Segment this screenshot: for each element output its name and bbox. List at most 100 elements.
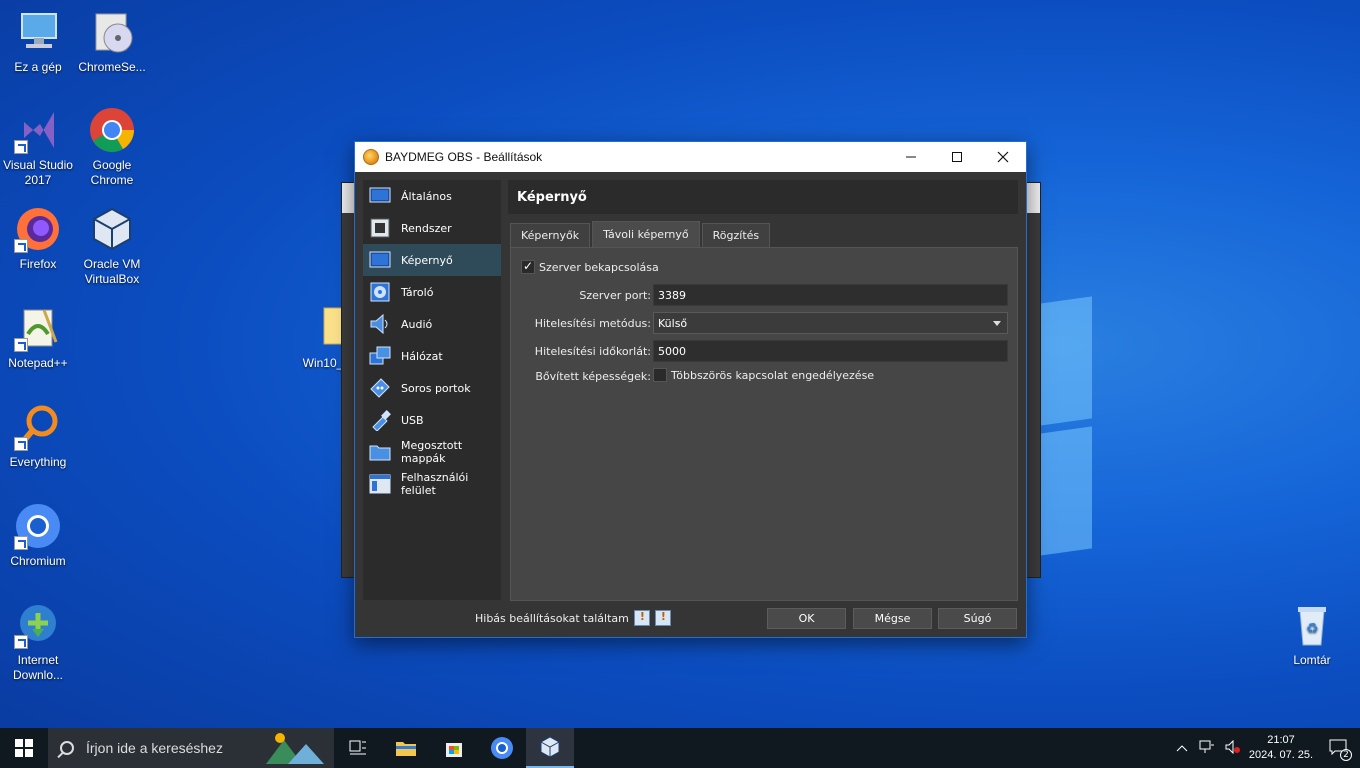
desktop-icon-virtualbox[interactable]: Oracle VM VirtualBox [74,205,150,287]
desktop-icon-visual-studio[interactable]: Visual Studio 2017 [0,106,76,188]
shared-folder-icon [369,445,391,461]
disc-installer-icon [88,8,136,56]
minimize-button[interactable] [888,142,934,172]
taskbar-task-view[interactable] [334,728,382,768]
taskbar-store[interactable] [430,728,478,768]
multi-connection-checkbox[interactable] [653,368,667,382]
settings-content: Képernyő Képernyők Távoli képernyő Rögzí… [508,180,1019,601]
usb-icon [372,410,391,431]
system-tray: 21:07 2024. 07. 25. 2 [1170,728,1360,768]
taskbar-search-box[interactable]: Írjon ide a kereséshez [48,728,334,768]
windows-start-icon [15,739,33,757]
serial-port-icon [370,378,390,398]
help-button[interactable]: Súgó [938,608,1017,629]
desktop-icon-internet-download-manager[interactable]: Internet Downlo... [0,601,76,683]
sidebar-item-label: Általános [401,189,452,203]
desktop-icon-label: Ez a gép [14,60,62,74]
desktop-icon-label: Oracle VM VirtualBox [83,257,141,286]
sidebar-item-usb[interactable]: USB [363,404,501,436]
desktop-icon-recycle-bin[interactable]: ♻ Lomtár [1274,601,1350,668]
desktop-icon-chromesetup[interactable]: ChromeSe... [74,8,150,75]
taskbar-clock[interactable]: 21:07 2024. 07. 25. [1246,733,1316,763]
store-icon [446,743,462,757]
svg-text:♻: ♻ [1306,620,1319,636]
storage-disk-icon [370,282,390,302]
auth-method-label: Hitelesítési metódus: [534,317,651,330]
recycle-bin-icon: ♻ [1288,601,1336,649]
network-icon [369,346,391,365]
volume-muted-icon[interactable] [1220,739,1246,757]
server-port-row: Szerver port: 3389 [511,284,1019,308]
tab-screens[interactable]: Képernyők [510,223,591,247]
warning-icon[interactable] [633,610,650,626]
visual-studio-icon [14,106,62,154]
tab-remote-display[interactable]: Távoli képernyő [592,221,700,247]
app-icon [363,149,379,165]
desktop-icon-this-pc[interactable]: Ez a gép [0,8,76,75]
chevron-up-icon[interactable] [1170,741,1194,755]
notification-center-button[interactable]: 2 [1316,739,1360,761]
taskbar-file-explorer[interactable] [382,728,430,768]
server-port-input[interactable]: 3389 [653,284,1008,306]
sidebar-item-display[interactable]: Képernyő [363,244,501,276]
enable-server-row[interactable]: Szerver bekapcsolása [521,259,659,274]
warning-icon[interactable] [654,610,671,626]
cancel-button[interactable]: Mégse [853,608,932,629]
sidebar-item-system[interactable]: Rendszer [363,212,501,244]
desktop-icon-label: Everything [9,455,67,469]
desktop-icon-chromium[interactable]: Chromium [0,502,76,569]
auth-method-value: Külső [658,317,688,330]
desktop-icon-everything[interactable]: Everything [0,403,76,470]
chevron-down-icon [993,321,1001,326]
status-message: Hibás beállításokat találtam [475,611,629,625]
tab-recording[interactable]: Rögzítés [701,223,771,247]
auth-timeout-label: Hitelesítési időkorlát: [534,345,651,358]
sidebar-item-user-interface[interactable]: Felhasználói felület [363,468,501,500]
taskbar-chromium[interactable] [478,728,526,768]
windows-wallpaper-logo [1040,296,1200,556]
sidebar-item-shared-folders[interactable]: Megosztott mappák [363,436,501,468]
chromium-icon [14,502,62,550]
desktop-icon-firefox[interactable]: Firefox [0,205,76,272]
sidebar-item-label: Megosztott mappák [401,439,463,465]
start-button[interactable] [0,728,48,768]
sidebar-item-label: Tároló [401,285,434,299]
settings-dialog: BAYDMEG OBS - Beállítások Általános Rend… [354,141,1027,638]
everything-search-icon [14,403,62,451]
system-chip-icon [370,218,390,238]
enable-server-checkbox[interactable] [521,259,535,274]
close-button[interactable] [980,142,1026,172]
maximize-button[interactable] [934,142,980,172]
search-highlight-illustration-icon [266,733,324,764]
search-placeholder: Írjon ide a kereséshez [86,740,223,756]
file-explorer-icon [396,742,416,756]
clock-date: 2024. 07. 25. [1248,749,1314,761]
desktop-icon-label: Lomtár [1293,653,1331,667]
taskbar-virtualbox[interactable] [526,728,574,768]
desktop-icon-label: Visual Studio 2017 [3,158,73,187]
search-icon [60,741,74,755]
computer-icon [14,8,62,56]
sidebar-item-label: USB [401,413,424,427]
network-tray-icon[interactable] [1194,740,1220,757]
desktop-icon-google-chrome[interactable]: Google Chrome [74,106,150,188]
auth-timeout-input[interactable]: 5000 [653,340,1008,362]
ok-button[interactable]: OK [767,608,846,629]
speaker-icon [370,313,388,335]
auth-method-select[interactable]: Külső [653,312,1008,334]
sidebar-item-general[interactable]: Általános [363,180,501,212]
idm-icon [14,601,62,649]
sidebar-item-label: Audió [401,317,433,331]
desktop-icon-label: Internet Downlo... [12,653,64,682]
extended-features-row: Bővített képességek: Többszörös kapcsola… [511,368,1019,388]
desktop-icon-label: Notepad++ [8,356,68,370]
dialog-titlebar: BAYDMEG OBS - Beállítások [355,142,1026,172]
multi-connection-row[interactable]: Többszörös kapcsolat engedélyezése [653,368,874,382]
sidebar-item-label: Soros portok [401,381,471,395]
sidebar-item-label: Rendszer [401,221,452,235]
close-icon [997,151,1009,163]
desktop-icon-notepadpp[interactable]: Notepad++ [0,304,76,371]
auth-timeout-row: Hitelesítési időkorlát: 5000 [511,340,1019,364]
user-interface-icon [369,474,391,494]
desktop-icon-label: ChromeSe... [78,60,146,74]
